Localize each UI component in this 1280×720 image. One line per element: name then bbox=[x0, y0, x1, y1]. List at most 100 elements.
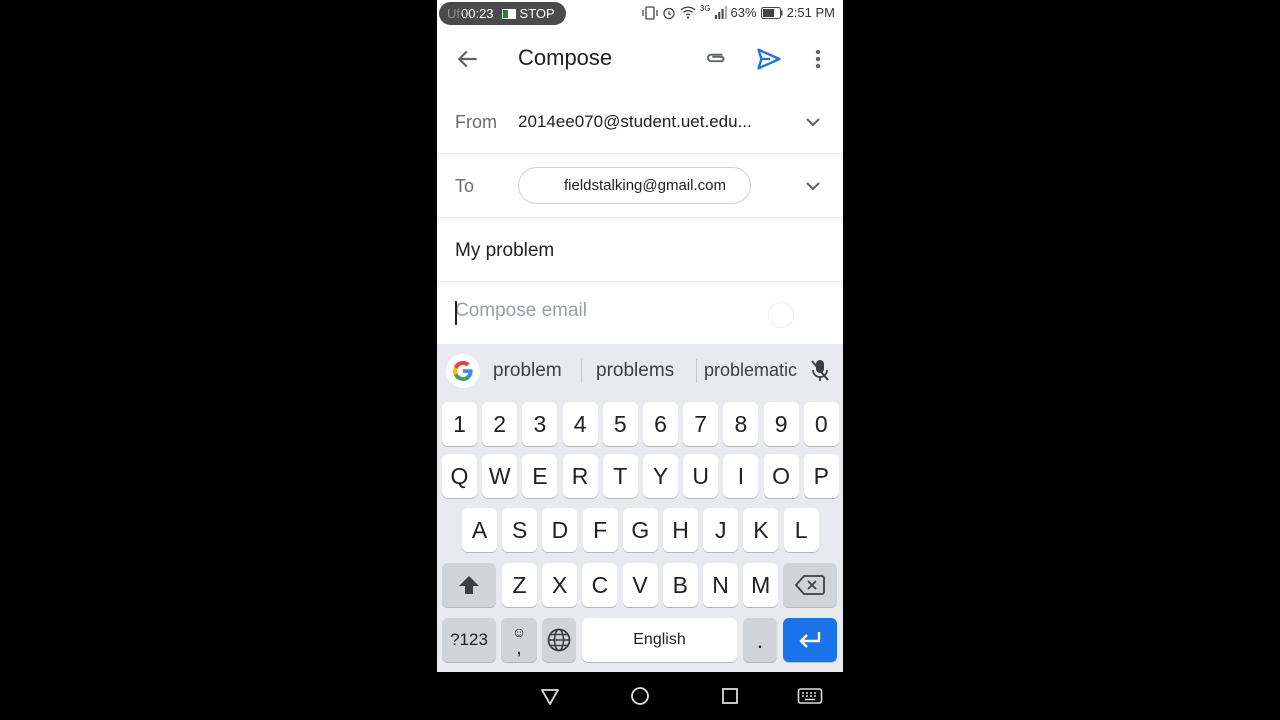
key-q[interactable]: Q bbox=[442, 454, 477, 498]
period-key[interactable]: . bbox=[743, 618, 777, 662]
key-4[interactable]: 4 bbox=[562, 402, 598, 446]
key-x[interactable]: X bbox=[542, 563, 578, 607]
key-j[interactable]: J bbox=[703, 508, 739, 552]
key-b[interactable]: B bbox=[662, 563, 698, 607]
recorder-ghost-text: Uf bbox=[447, 6, 460, 21]
key-k[interactable]: K bbox=[743, 508, 779, 552]
key-e[interactable]: E bbox=[522, 454, 558, 498]
to-row[interactable]: To fieldstalking@gmail.com bbox=[437, 154, 843, 218]
key-2[interactable]: 2 bbox=[482, 402, 518, 446]
letter-row-2: ASDFGHJKL bbox=[437, 508, 843, 554]
key-l[interactable]: L bbox=[783, 508, 819, 552]
key-6[interactable]: 6 bbox=[643, 402, 678, 446]
letter-row-1: QWERTYUIOP bbox=[437, 454, 843, 500]
network-type: 3G bbox=[699, 4, 711, 13]
signal-icon bbox=[714, 6, 727, 19]
key-z[interactable]: Z bbox=[502, 563, 537, 607]
key-p[interactable]: P bbox=[803, 454, 839, 498]
suggestion-divider bbox=[581, 359, 582, 383]
key-g[interactable]: G bbox=[622, 508, 658, 552]
nav-home-icon[interactable] bbox=[629, 685, 651, 707]
alarm-icon bbox=[663, 7, 675, 19]
suggestion-item[interactable]: problem bbox=[493, 360, 562, 382]
subject-field[interactable]: My problem bbox=[437, 218, 843, 282]
text-cursor bbox=[455, 301, 457, 325]
key-r[interactable]: R bbox=[562, 454, 598, 498]
chevron-down-icon[interactable] bbox=[805, 117, 821, 127]
key-v[interactable]: V bbox=[622, 563, 658, 607]
send-icon[interactable] bbox=[755, 45, 783, 73]
letter-row-3: ZXCVBNM bbox=[437, 563, 843, 609]
emoji-comma-key[interactable]: ☺ , bbox=[501, 618, 537, 662]
key-y[interactable]: Y bbox=[643, 454, 678, 498]
wifi-icon bbox=[680, 6, 696, 19]
attachment-icon[interactable] bbox=[703, 46, 729, 72]
key-a[interactable]: A bbox=[462, 508, 497, 552]
key-8[interactable]: 8 bbox=[723, 402, 759, 446]
stop-label[interactable]: STOP bbox=[520, 6, 555, 21]
enter-arrow-icon bbox=[799, 632, 821, 648]
phone-screen: Uf 00:23 STOP 3G 63% 2:51 PM Compose Fro… bbox=[437, 0, 843, 720]
number-row: 1234567890 bbox=[437, 402, 843, 448]
key-9[interactable]: 9 bbox=[763, 402, 799, 446]
enter-key[interactable] bbox=[783, 618, 837, 662]
subject-text[interactable]: My problem bbox=[455, 240, 554, 262]
language-key[interactable] bbox=[542, 618, 576, 662]
compose-body-field[interactable]: Compose email bbox=[437, 282, 843, 344]
stop-icon bbox=[501, 8, 516, 19]
key-m[interactable]: M bbox=[743, 563, 779, 607]
from-account[interactable]: 2014ee070@student.uet.edu... bbox=[518, 112, 752, 132]
key-1[interactable]: 1 bbox=[442, 402, 477, 446]
key-f[interactable]: F bbox=[582, 508, 618, 552]
backspace-icon bbox=[795, 575, 825, 595]
suggestion-item[interactable]: problematic bbox=[704, 360, 797, 381]
key-c[interactable]: C bbox=[582, 563, 618, 607]
key-d[interactable]: D bbox=[542, 508, 578, 552]
to-label: To bbox=[455, 176, 475, 196]
key-h[interactable]: H bbox=[663, 508, 698, 552]
recipient-chip[interactable]: fieldstalking@gmail.com bbox=[518, 167, 751, 204]
nav-recents-icon[interactable] bbox=[719, 685, 741, 707]
space-bar[interactable]: English bbox=[582, 618, 737, 662]
status-bar: Uf 00:23 STOP 3G 63% 2:51 PM bbox=[437, 0, 843, 28]
more-vert-icon[interactable] bbox=[809, 46, 827, 72]
key-s[interactable]: S bbox=[502, 508, 538, 552]
keyboard: problem problems problematic 1234567890 … bbox=[437, 344, 843, 672]
suggestion-strip: problem problems problematic bbox=[437, 344, 843, 398]
app-bar: Compose bbox=[437, 28, 843, 90]
suggestion-item[interactable]: problems bbox=[596, 360, 674, 382]
key-0[interactable]: 0 bbox=[803, 402, 839, 446]
chevron-down-icon[interactable] bbox=[805, 181, 821, 191]
key-w[interactable]: W bbox=[482, 454, 518, 498]
mic-off-icon[interactable] bbox=[809, 358, 831, 384]
shift-key[interactable] bbox=[442, 563, 496, 607]
compose-body-placeholder: Compose email bbox=[455, 300, 587, 321]
key-7[interactable]: 7 bbox=[683, 402, 719, 446]
ripple-circle bbox=[768, 302, 794, 328]
status-icons: 3G 63% 2:51 PM bbox=[642, 4, 835, 20]
system-nav-bar bbox=[437, 672, 843, 720]
screen-recorder-pill[interactable]: Uf 00:23 STOP bbox=[439, 2, 566, 25]
key-t[interactable]: T bbox=[602, 454, 638, 498]
backspace-key[interactable] bbox=[783, 563, 837, 607]
key-n[interactable]: N bbox=[703, 563, 738, 607]
google-logo-icon[interactable] bbox=[446, 354, 480, 388]
page-title: Compose bbox=[518, 45, 613, 70]
symbols-key[interactable]: ?123 bbox=[442, 618, 496, 662]
key-5[interactable]: 5 bbox=[602, 402, 638, 446]
recording-timer: 00:23 bbox=[461, 6, 494, 21]
battery-percent: 63% bbox=[730, 5, 757, 20]
from-label: From bbox=[455, 112, 497, 132]
nav-back-icon[interactable] bbox=[539, 685, 561, 707]
key-3[interactable]: 3 bbox=[522, 402, 558, 446]
from-row[interactable]: From 2014ee070@student.uet.edu... bbox=[437, 90, 843, 154]
globe-icon bbox=[547, 628, 571, 652]
key-u[interactable]: U bbox=[683, 454, 719, 498]
key-o[interactable]: O bbox=[763, 454, 799, 498]
vibrate-icon bbox=[642, 5, 658, 20]
key-i[interactable]: I bbox=[723, 454, 759, 498]
keyboard-icon[interactable] bbox=[797, 685, 823, 707]
battery-icon bbox=[760, 6, 783, 19]
back-arrow-icon[interactable] bbox=[455, 46, 481, 72]
comma-label: , bbox=[516, 637, 522, 659]
